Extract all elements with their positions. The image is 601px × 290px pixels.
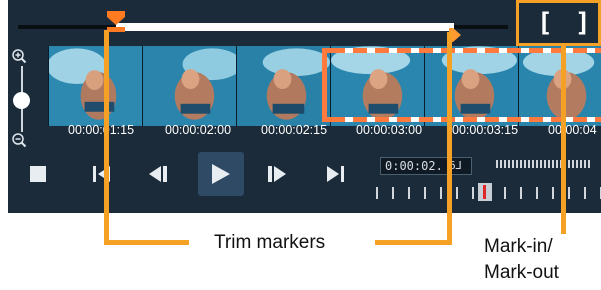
play-button[interactable] xyxy=(198,152,244,196)
ruler-timecode: 00:00:03:15 xyxy=(452,123,519,137)
trim-range xyxy=(116,23,454,31)
play-icon xyxy=(212,164,230,184)
mark-out-button[interactable]: ] xyxy=(575,8,591,38)
next-frame-button[interactable] xyxy=(263,156,291,192)
callout-line xyxy=(447,32,452,245)
video-thumbnail[interactable] xyxy=(142,46,236,126)
stop-icon xyxy=(30,166,46,182)
jog-marker[interactable] xyxy=(478,183,492,201)
current-timecode: 0:00:02. xyxy=(385,159,443,173)
skip-to-end-icon xyxy=(327,166,344,182)
trim-markers-callout: Trim markers xyxy=(214,232,326,253)
zoom-in-icon[interactable] xyxy=(11,48,27,64)
ruler-timecode: 00:00:01:15 xyxy=(68,123,135,137)
zoom-slider-thumb[interactable] xyxy=(13,92,30,109)
mark-out-callout: Mark-out xyxy=(484,262,559,283)
skip-to-start-button[interactable] xyxy=(88,156,116,192)
editor-panel: [ ] 00:00:01:15 00:00:02:00 00:00:02:15 … xyxy=(8,0,601,213)
callout-line xyxy=(561,46,566,234)
callout-line xyxy=(104,240,189,245)
mark-in-callout: Mark-in/ xyxy=(484,236,553,257)
zoom-out-icon[interactable] xyxy=(11,132,27,148)
next-frame-icon xyxy=(268,166,286,182)
previous-frame-button[interactable] xyxy=(144,156,172,192)
ruler-timecode: 00:00:04 xyxy=(548,123,597,137)
mark-in-button[interactable]: [ xyxy=(537,8,553,38)
video-thumbnail[interactable] xyxy=(48,46,142,126)
ruler-timecode: 00:00:02:00 xyxy=(165,123,232,137)
video-thumbnail[interactable] xyxy=(236,46,330,126)
ruler-timecode: 00:00:02:15 xyxy=(261,123,328,137)
skip-to-end-button[interactable] xyxy=(321,156,349,192)
callout-line xyxy=(104,30,109,245)
selection-outline xyxy=(322,48,601,122)
trim-in-marker[interactable] xyxy=(106,11,126,32)
ruler-timecode: 00:00:03:00 xyxy=(356,123,423,137)
callout-line xyxy=(375,240,452,245)
shuttle-slider[interactable] xyxy=(496,160,592,168)
filmstrip[interactable] xyxy=(48,46,601,126)
mark-in-out-group: [ ] xyxy=(516,0,601,46)
stop-button[interactable] xyxy=(24,156,52,192)
previous-frame-icon xyxy=(149,166,167,182)
timecode-display[interactable]: 0:00:02. 6⅃ xyxy=(380,157,472,175)
